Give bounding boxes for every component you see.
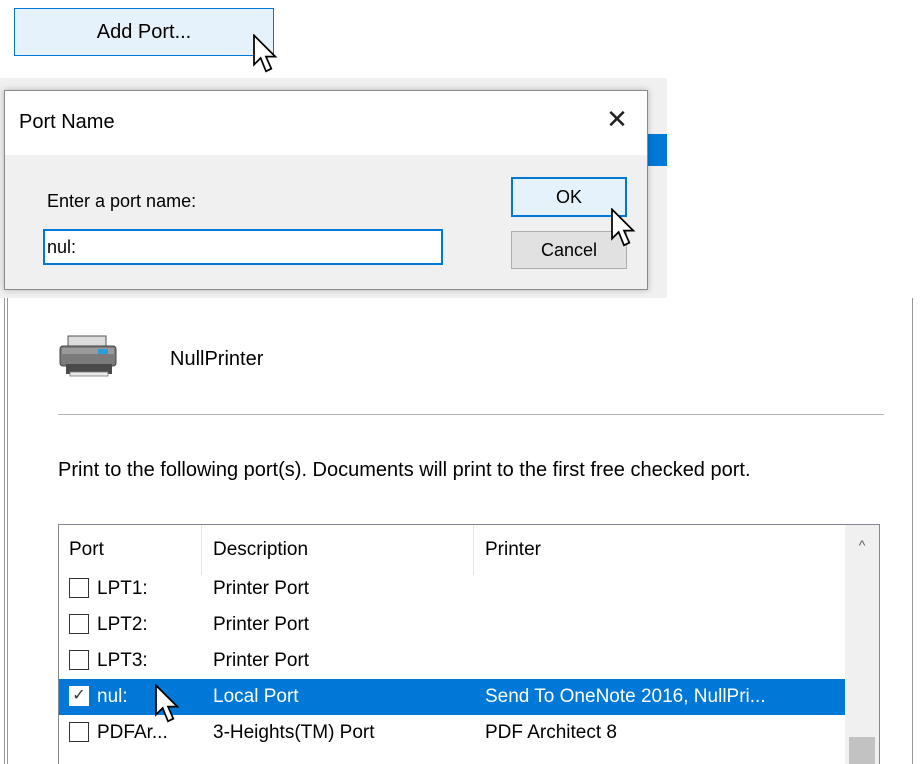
table-row[interactable]: LPT2: Printer Port	[59, 607, 845, 643]
port-cell: PDFAr...	[97, 722, 168, 743]
printer-cell: PDF Architect 8	[485, 722, 617, 743]
description-cell: Printer Port	[213, 650, 310, 671]
ports-list[interactable]: Port Description Printer LPT1: Printer P…	[58, 524, 880, 764]
window-border	[4, 298, 8, 764]
description-cell: Printer Port	[213, 614, 310, 635]
close-icon[interactable]: ✕	[603, 105, 631, 133]
ports-list-header: Port Description Printer	[59, 525, 845, 575]
table-row[interactable]: LPT3: Printer Port	[59, 643, 845, 679]
arrow-cursor-icon	[610, 208, 638, 248]
ports-description: Print to the following port(s). Document…	[58, 459, 751, 481]
checkbox-icon[interactable]	[69, 722, 89, 742]
port-name-input[interactable]	[43, 229, 443, 265]
checkbox-checked-icon[interactable]: ✓	[69, 686, 89, 706]
description-cell: Local Port	[213, 686, 299, 707]
checkbox-icon[interactable]	[69, 578, 89, 598]
add-port-button[interactable]: Add Port...	[14, 8, 274, 56]
divider	[58, 414, 884, 415]
dialog-titlebar: Port Name ✕	[5, 91, 647, 155]
printer-name: NullPrinter	[170, 348, 264, 370]
column-header-printer[interactable]: Printer	[473, 525, 845, 575]
scroll-up-icon[interactable]: ^	[845, 525, 879, 565]
description-cell: 3-Heights(TM) Port	[213, 722, 375, 743]
description-cell: Printer Port	[213, 578, 310, 599]
scrollbar-thumb[interactable]	[849, 737, 875, 764]
printer-cell	[485, 607, 843, 643]
port-cell: nul:	[97, 686, 128, 707]
underlying-selection	[648, 134, 667, 166]
arrow-cursor-icon	[154, 684, 182, 724]
arrow-cursor-icon	[252, 34, 280, 74]
printer-cell	[485, 571, 843, 607]
checkbox-icon[interactable]	[69, 614, 89, 634]
checkbox-icon[interactable]	[69, 650, 89, 670]
column-header-description[interactable]: Description	[201, 525, 473, 575]
port-cell: LPT1:	[97, 578, 148, 599]
printer-properties-panel: NullPrinter Print to the following port(…	[0, 298, 924, 764]
port-name-dialog: Port Name ✕ Enter a port name: OK Cancel	[4, 90, 648, 290]
port-cell: LPT3:	[97, 650, 148, 671]
printer-cell: Send To OneNote 2016, NullPri...	[485, 686, 766, 707]
dialog-title: Port Name	[19, 111, 115, 133]
window-border	[912, 298, 913, 764]
port-name-label: Enter a port name:	[47, 191, 197, 211]
table-row[interactable]: LPT1: Printer Port	[59, 571, 845, 607]
printer-icon	[58, 334, 120, 378]
printer-cell	[485, 643, 843, 679]
port-cell: LPT2:	[97, 614, 148, 635]
column-header-port[interactable]: Port	[59, 525, 201, 575]
vertical-scrollbar[interactable]: ^	[845, 525, 879, 764]
